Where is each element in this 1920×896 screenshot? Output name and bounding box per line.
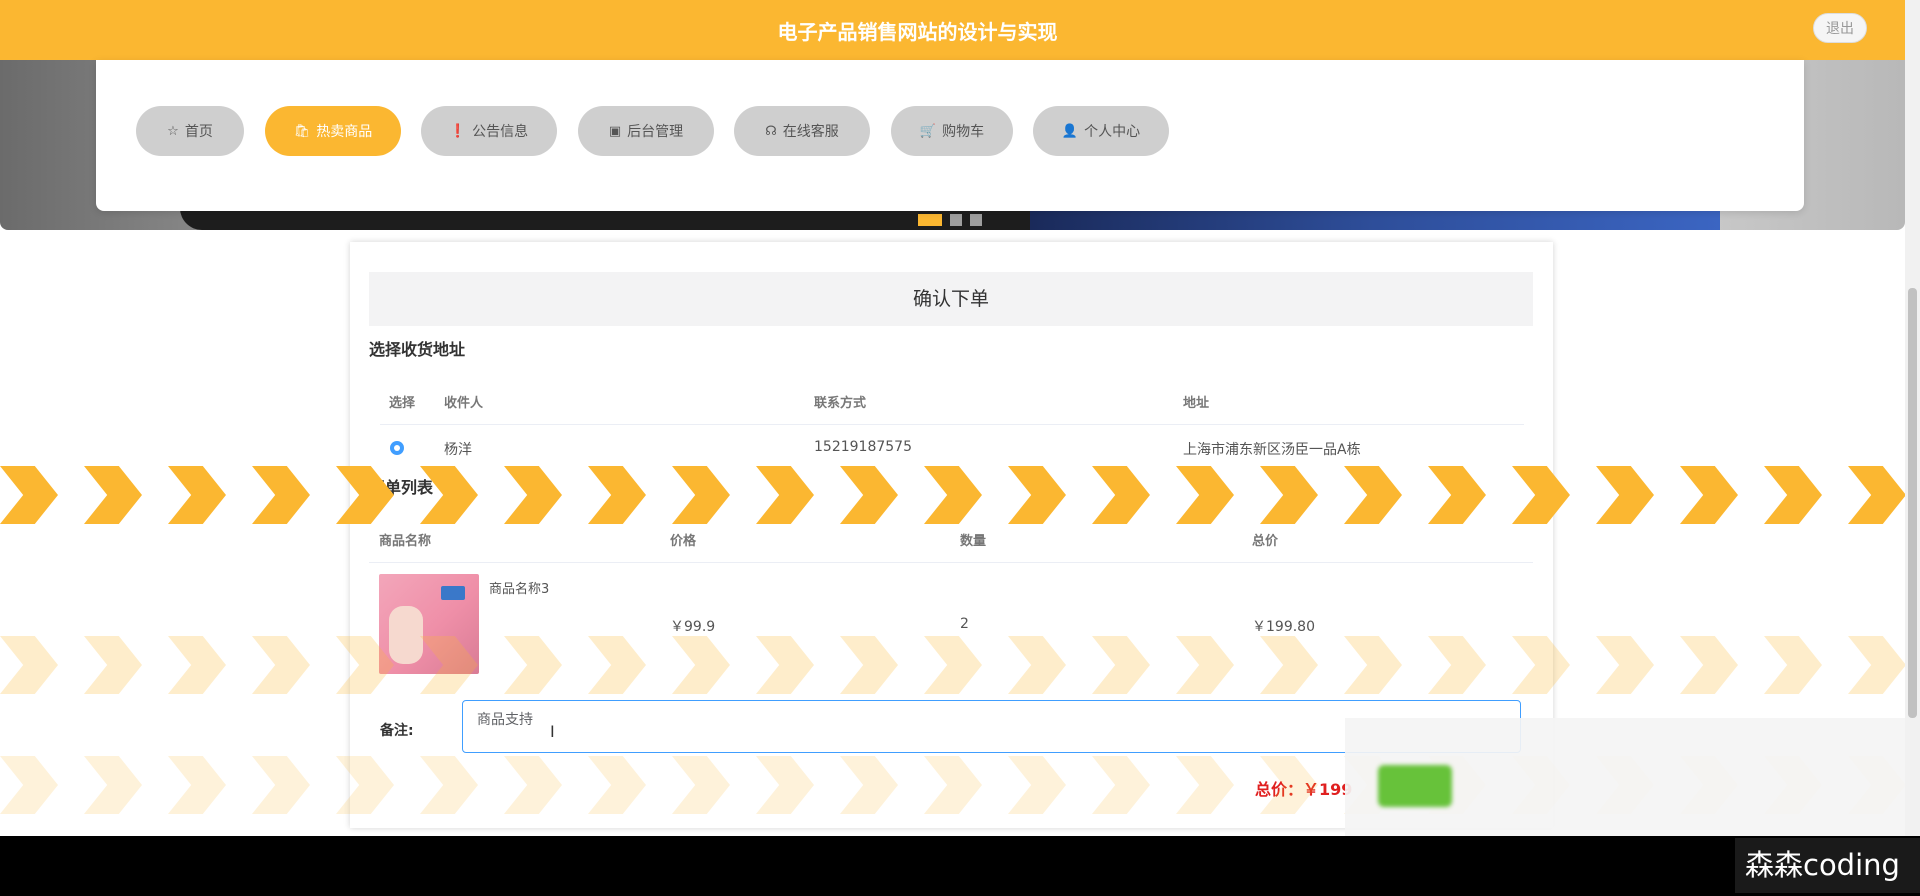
scale-display [441,586,465,600]
carousel-dot-3[interactable] [970,214,982,226]
column-header: 收件人 [444,396,484,411]
column-header: 地址 [1183,396,1210,411]
column-header: 商品名称 [379,534,432,549]
column-header: 联系方式 [814,396,867,411]
watermark: 森森coding [1735,838,1920,893]
nav-label: 热卖商品 [316,124,373,140]
logout-button[interactable]: 退出 [1813,13,1867,43]
product-name: 商品名称3 [489,582,550,597]
carousel-dot-1[interactable] [918,214,942,226]
chevron-overlay-band [0,636,1906,694]
info-icon: ❗ [449,123,467,139]
product-price: ￥99.9 [670,619,716,635]
column-header: 总价 [1252,534,1279,549]
site-title: 电子产品销售网站的设计与实现 [777,20,1058,44]
carousel-indicators [918,214,982,226]
recipient-name: 杨洋 [444,442,472,458]
scrollbar-thumb[interactable] [1908,288,1917,718]
star-icon: ☆ [167,123,179,139]
bottom-bar [0,836,1920,896]
address-radio[interactable] [390,441,404,455]
nav-label: 在线客服 [782,124,839,140]
nav-label: 公告信息 [472,124,529,140]
nav-announcements[interactable]: ❗ 公告信息 [421,106,557,156]
nav-label: 后台管理 [627,124,684,140]
nav-admin[interactable]: ▣ 后台管理 [578,106,714,156]
product-total: ￥199.80 [1252,619,1315,635]
nav-hot-products[interactable]: 🛍 热卖商品 [265,106,401,156]
nav-label: 个人中心 [1084,124,1141,140]
text-cursor-icon: I [550,722,555,741]
recipient-phone: 15219187575 [814,439,912,455]
user-icon: 👤 [1061,123,1079,139]
submit-button[interactable] [1378,765,1452,807]
product-quantity: 2 [960,616,969,632]
divider [369,562,1533,563]
divider [380,424,1524,425]
recipient-address: 上海市浦东新区汤臣一品A栋 [1183,442,1361,458]
carousel-dot-2[interactable] [950,214,962,226]
nav-profile[interactable]: 👤 个人中心 [1033,106,1169,156]
shopping-bag-icon: 🛍 [293,123,311,139]
note-label: 备注: [380,723,414,739]
nav-label: 首页 [184,124,213,140]
briefcase-icon: ▣ [608,123,622,139]
page-title: 确认下单 [369,272,1533,326]
column-header: 选择 [389,396,416,411]
nav-cart[interactable]: 🛒 购物车 [891,106,1013,156]
column-header: 价格 [670,534,697,549]
banner-image-accent [1030,208,1720,230]
nav-customer-service[interactable]: ☊ 在线客服 [734,106,870,156]
cart-icon: 🛒 [919,123,937,139]
chevron-overlay-band [0,466,1906,524]
nav-home[interactable]: ☆ 首页 [136,106,244,156]
headset-icon: ☊ [765,123,777,139]
nav-label: 购物车 [942,124,985,140]
column-header: 数量 [960,534,987,549]
top-header: 电子产品销售网站的设计与实现 退出 [0,0,1905,60]
main-nav: ☆ 首页 🛍 热卖商品 ❗ 公告信息 ▣ 后台管理 ☊ 在线客服 🛒 购物车 👤… [96,60,1804,211]
address-section-label: 选择收货地址 [369,340,466,359]
